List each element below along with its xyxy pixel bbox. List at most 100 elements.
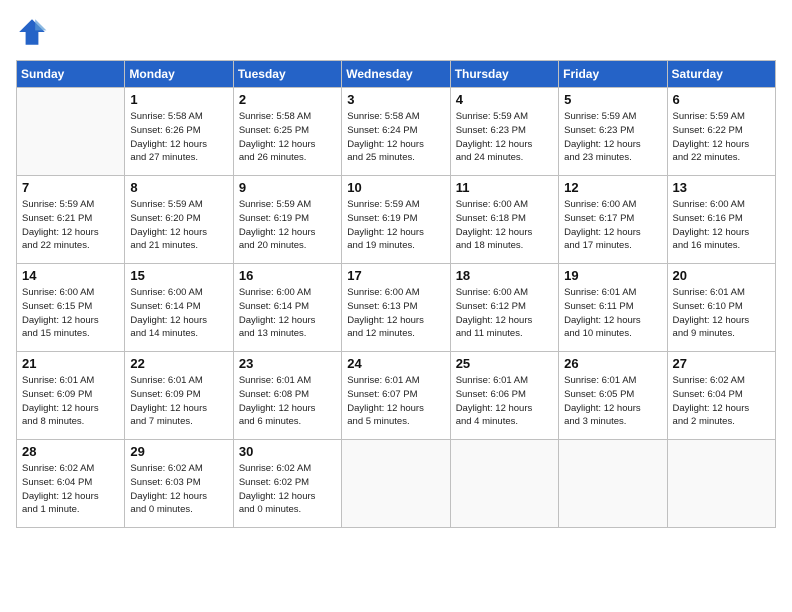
day-info: Sunrise: 6:01 AMSunset: 6:06 PMDaylight:… xyxy=(456,374,553,429)
calendar-cell: 24 Sunrise: 6:01 AMSunset: 6:07 PMDayligh… xyxy=(342,352,450,440)
day-number: 3 xyxy=(347,92,444,107)
day-number: 4 xyxy=(456,92,553,107)
weekday-header-tuesday: Tuesday xyxy=(233,61,341,88)
calendar-cell: 26 Sunrise: 6:01 AMSunset: 6:05 PMDayligh… xyxy=(559,352,667,440)
day-info: Sunrise: 6:02 AMSunset: 6:02 PMDaylight:… xyxy=(239,462,336,517)
day-info: Sunrise: 6:00 AMSunset: 6:15 PMDaylight:… xyxy=(22,286,119,341)
calendar-cell xyxy=(17,88,125,176)
page-header xyxy=(16,16,776,48)
calendar-cell: 20 Sunrise: 6:01 AMSunset: 6:10 PMDayligh… xyxy=(667,264,775,352)
day-info: Sunrise: 6:01 AMSunset: 6:09 PMDaylight:… xyxy=(22,374,119,429)
day-number: 25 xyxy=(456,356,553,371)
calendar-cell: 18Sunrise: 6:00 AMSunset: 6:12 PMDayligh… xyxy=(450,264,558,352)
day-info: Sunrise: 5:59 AMSunset: 6:23 PMDaylight:… xyxy=(564,110,661,165)
day-number: 13 xyxy=(673,180,770,195)
logo xyxy=(16,16,52,48)
day-info: Sunrise: 5:59 AMSunset: 6:22 PMDaylight:… xyxy=(673,110,770,165)
calendar-cell: 17 Sunrise: 6:00 AMSunset: 6:13 PMDayligh… xyxy=(342,264,450,352)
weekday-header-monday: Monday xyxy=(125,61,233,88)
day-number: 10 xyxy=(347,180,444,195)
calendar-cell: 11 Sunrise: 6:00 AMSunset: 6:18 PMDayligh… xyxy=(450,176,558,264)
day-number: 6 xyxy=(673,92,770,107)
day-number: 5 xyxy=(564,92,661,107)
day-info: Sunrise: 6:01 AMSunset: 6:08 PMDaylight:… xyxy=(239,374,336,429)
day-info: Sunrise: 5:59 AMSunset: 6:20 PMDaylight:… xyxy=(130,198,227,253)
day-info: Sunrise: 6:02 AMSunset: 6:04 PMDaylight:… xyxy=(673,374,770,429)
day-info: Sunrise: 5:58 AMSunset: 6:26 PMDaylight:… xyxy=(130,110,227,165)
calendar-cell: 9 Sunrise: 5:59 AMSunset: 6:19 PMDaylight… xyxy=(233,176,341,264)
day-number: 14 xyxy=(22,268,119,283)
day-number: 26 xyxy=(564,356,661,371)
day-info: Sunrise: 5:58 AMSunset: 6:25 PMDaylight:… xyxy=(239,110,336,165)
calendar-table: SundayMondayTuesdayWednesdayThursdayFrid… xyxy=(16,60,776,528)
day-number: 29 xyxy=(130,444,227,459)
calendar-cell: 12 Sunrise: 6:00 AMSunset: 6:17 PMDayligh… xyxy=(559,176,667,264)
day-number: 28 xyxy=(22,444,119,459)
day-number: 11 xyxy=(456,180,553,195)
day-number: 23 xyxy=(239,356,336,371)
calendar-cell: 16 Sunrise: 6:00 AMSunset: 6:14 PMDayligh… xyxy=(233,264,341,352)
calendar-cell: 13 Sunrise: 6:00 AMSunset: 6:16 PMDayligh… xyxy=(667,176,775,264)
day-number: 12 xyxy=(564,180,661,195)
calendar-cell xyxy=(342,440,450,528)
day-number: 7 xyxy=(22,180,119,195)
calendar-cell: 25 Sunrise: 6:01 AMSunset: 6:06 PMDayligh… xyxy=(450,352,558,440)
weekday-header-thursday: Thursday xyxy=(450,61,558,88)
weekday-header-sunday: Sunday xyxy=(17,61,125,88)
day-info: Sunrise: 5:59 AMSunset: 6:21 PMDaylight:… xyxy=(22,198,119,253)
day-info: Sunrise: 5:59 AMSunset: 6:23 PMDaylight:… xyxy=(456,110,553,165)
day-number: 24 xyxy=(347,356,444,371)
calendar-cell: 3Sunrise: 5:58 AMSunset: 6:24 PMDaylight… xyxy=(342,88,450,176)
day-info: Sunrise: 6:00 AMSunset: 6:14 PMDaylight:… xyxy=(130,286,227,341)
calendar-cell: 21 Sunrise: 6:01 AMSunset: 6:09 PMDayligh… xyxy=(17,352,125,440)
day-number: 20 xyxy=(673,268,770,283)
day-number: 17 xyxy=(347,268,444,283)
day-info: Sunrise: 6:01 AMSunset: 6:10 PMDaylight:… xyxy=(673,286,770,341)
day-info: Sunrise: 6:01 AMSunset: 6:09 PMDaylight:… xyxy=(130,374,227,429)
day-info: Sunrise: 6:00 AMSunset: 6:14 PMDaylight:… xyxy=(239,286,336,341)
day-info: Sunrise: 6:01 AMSunset: 6:11 PMDaylight:… xyxy=(564,286,661,341)
day-number: 19 xyxy=(564,268,661,283)
weekday-header-wednesday: Wednesday xyxy=(342,61,450,88)
day-number: 1 xyxy=(130,92,227,107)
day-info: Sunrise: 6:00 AMSunset: 6:13 PMDaylight:… xyxy=(347,286,444,341)
logo-icon xyxy=(16,16,48,48)
day-info: Sunrise: 6:00 AMSunset: 6:17 PMDaylight:… xyxy=(564,198,661,253)
calendar-cell: 6 Sunrise: 5:59 AMSunset: 6:22 PMDaylight… xyxy=(667,88,775,176)
calendar-cell: 10 Sunrise: 5:59 AMSunset: 6:19 PMDayligh… xyxy=(342,176,450,264)
weekday-header-friday: Friday xyxy=(559,61,667,88)
calendar-cell xyxy=(450,440,558,528)
calendar-cell: 23 Sunrise: 6:01 AMSunset: 6:08 PMDayligh… xyxy=(233,352,341,440)
calendar-cell: 1 Sunrise: 5:58 AMSunset: 6:26 PMDaylight… xyxy=(125,88,233,176)
day-info: Sunrise: 6:00 AMSunset: 6:16 PMDaylight:… xyxy=(673,198,770,253)
calendar-cell: 2 Sunrise: 5:58 AMSunset: 6:25 PMDaylight… xyxy=(233,88,341,176)
day-info: Sunrise: 6:02 AMSunset: 6:04 PMDaylight:… xyxy=(22,462,119,517)
day-info: Sunrise: 6:02 AMSunset: 6:03 PMDaylight:… xyxy=(130,462,227,517)
calendar-cell: 19 Sunrise: 6:01 AMSunset: 6:11 PMDayligh… xyxy=(559,264,667,352)
calendar-cell: 27 Sunrise: 6:02 AMSunset: 6:04 PMDayligh… xyxy=(667,352,775,440)
day-info: Sunrise: 6:00 AMSunset: 6:18 PMDaylight:… xyxy=(456,198,553,253)
calendar-cell: 28 Sunrise: 6:02 AMSunset: 6:04 PMDayligh… xyxy=(17,440,125,528)
calendar-cell: 5 Sunrise: 5:59 AMSunset: 6:23 PMDaylight… xyxy=(559,88,667,176)
day-number: 2 xyxy=(239,92,336,107)
calendar-cell: 14 Sunrise: 6:00 AMSunset: 6:15 PMDayligh… xyxy=(17,264,125,352)
day-number: 18 xyxy=(456,268,553,283)
day-number: 9 xyxy=(239,180,336,195)
calendar-cell: 29 Sunrise: 6:02 AMSunset: 6:03 PMDayligh… xyxy=(125,440,233,528)
day-info: Sunrise: 6:01 AMSunset: 6:05 PMDaylight:… xyxy=(564,374,661,429)
day-number: 8 xyxy=(130,180,227,195)
calendar-cell xyxy=(559,440,667,528)
calendar-cell: 22Sunrise: 6:01 AMSunset: 6:09 PMDayligh… xyxy=(125,352,233,440)
day-info: Sunrise: 5:59 AMSunset: 6:19 PMDaylight:… xyxy=(347,198,444,253)
calendar-cell: 7 Sunrise: 5:59 AMSunset: 6:21 PMDaylight… xyxy=(17,176,125,264)
day-number: 16 xyxy=(239,268,336,283)
calendar-cell xyxy=(667,440,775,528)
day-number: 21 xyxy=(22,356,119,371)
day-number: 27 xyxy=(673,356,770,371)
day-number: 15 xyxy=(130,268,227,283)
calendar-cell: 30Sunrise: 6:02 AMSunset: 6:02 PMDayligh… xyxy=(233,440,341,528)
day-info: Sunrise: 6:01 AMSunset: 6:07 PMDaylight:… xyxy=(347,374,444,429)
calendar-cell: 4 Sunrise: 5:59 AMSunset: 6:23 PMDaylight… xyxy=(450,88,558,176)
weekday-header-saturday: Saturday xyxy=(667,61,775,88)
day-info: Sunrise: 5:59 AMSunset: 6:19 PMDaylight:… xyxy=(239,198,336,253)
